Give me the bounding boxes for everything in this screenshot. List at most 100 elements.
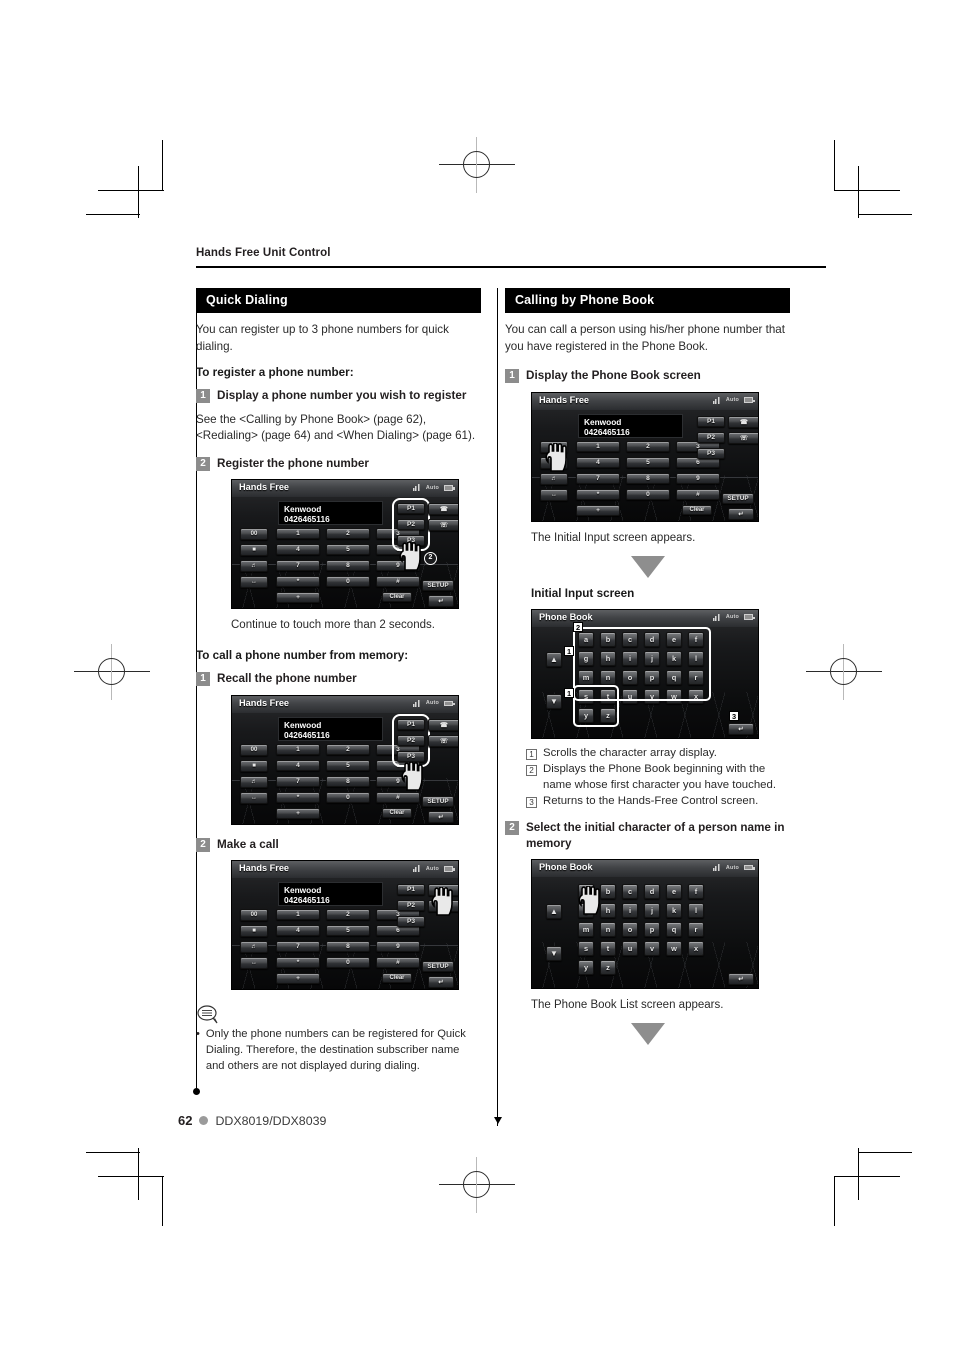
key-setup[interactable]: SETUP: [422, 795, 454, 807]
key-delete[interactable]: ■: [240, 759, 268, 772]
key-4[interactable]: 4: [276, 925, 320, 937]
key-7[interactable]: 7: [276, 775, 320, 787]
key-call-end[interactable]: ☏: [428, 519, 458, 532]
key-clear[interactable]: Clear: [382, 807, 412, 818]
key-7[interactable]: 7: [276, 560, 320, 572]
key-plus[interactable]: +: [276, 973, 320, 985]
key-alpha-y[interactable]: y: [578, 960, 594, 976]
key-plus[interactable]: +: [276, 592, 320, 604]
key-0[interactable]: 0: [326, 576, 370, 588]
key-p1[interactable]: P1: [397, 884, 425, 896]
key-2[interactable]: 2: [326, 909, 370, 921]
key-8[interactable]: 8: [326, 941, 370, 953]
key-alpha-d[interactable]: d: [644, 884, 660, 900]
key-call-answer[interactable]: ☎: [428, 503, 458, 516]
key-p3[interactable]: P3: [397, 916, 425, 928]
key-call-end[interactable]: ☏: [728, 431, 758, 444]
key-hash[interactable]: #: [376, 957, 420, 969]
key-return[interactable]: ↵: [428, 595, 454, 608]
key-call-end[interactable]: ☏: [428, 734, 458, 747]
key-alpha-j[interactable]: j: [644, 903, 660, 919]
key-delete[interactable]: ■: [240, 925, 268, 938]
scroll-down-button[interactable]: ▼: [546, 946, 562, 962]
key-alpha-f[interactable]: f: [688, 884, 704, 900]
key-clear[interactable]: Clear: [382, 592, 412, 603]
key-hash[interactable]: #: [676, 488, 720, 500]
key-00[interactable]: 00: [240, 909, 268, 922]
key-mute[interactable]: ♬: [240, 941, 268, 954]
key-return[interactable]: ↵: [728, 722, 754, 735]
key-0[interactable]: 0: [626, 488, 670, 500]
key-hash[interactable]: #: [376, 576, 420, 588]
key-5[interactable]: 5: [326, 544, 370, 556]
key-alpha-e[interactable]: e: [666, 884, 682, 900]
scroll-up-button[interactable]: ▲: [546, 651, 562, 667]
key-9[interactable]: 9: [376, 941, 420, 953]
key-1[interactable]: 1: [276, 743, 320, 755]
key-alpha-w[interactable]: w: [666, 941, 682, 957]
key-transfer[interactable]: ↔: [240, 957, 268, 970]
key-setup[interactable]: SETUP: [722, 492, 754, 504]
key-4[interactable]: 4: [276, 544, 320, 556]
key-8[interactable]: 8: [626, 472, 670, 484]
scroll-up-button[interactable]: ▲: [546, 904, 562, 920]
key-alpha-t[interactable]: t: [600, 941, 616, 957]
key-setup[interactable]: SETUP: [422, 580, 454, 592]
key-5[interactable]: 5: [626, 456, 670, 468]
key-0[interactable]: 0: [326, 957, 370, 969]
key-alpha-s[interactable]: s: [578, 941, 594, 957]
key-2[interactable]: 2: [626, 440, 670, 452]
key-p2[interactable]: P2: [397, 900, 425, 912]
key-9[interactable]: 9: [676, 472, 720, 484]
key-alpha-n[interactable]: n: [600, 922, 616, 938]
key-return[interactable]: ↵: [428, 976, 454, 989]
key-7[interactable]: 7: [276, 941, 320, 953]
key-5[interactable]: 5: [326, 759, 370, 771]
key-4[interactable]: 4: [576, 456, 620, 468]
key-alpha-v[interactable]: v: [644, 941, 660, 957]
key-0[interactable]: 0: [326, 791, 370, 803]
key-asterisk[interactable]: *: [276, 576, 320, 588]
key-alpha-c[interactable]: c: [622, 884, 638, 900]
key-return[interactable]: ↵: [428, 810, 454, 823]
key-alpha-l[interactable]: l: [688, 903, 704, 919]
key-return[interactable]: ↵: [728, 973, 754, 986]
key-2[interactable]: 2: [326, 528, 370, 540]
key-alpha-o[interactable]: o: [622, 922, 638, 938]
key-p3[interactable]: P3: [697, 447, 725, 459]
key-alpha-q[interactable]: q: [666, 922, 682, 938]
key-delete[interactable]: ■: [240, 544, 268, 557]
key-4[interactable]: 4: [276, 759, 320, 771]
key-6[interactable]: 6: [376, 925, 420, 937]
key-alpha-m[interactable]: m: [578, 922, 594, 938]
key-mute[interactable]: ♬: [540, 472, 568, 485]
key-alpha-i[interactable]: i: [622, 903, 638, 919]
key-alpha-p[interactable]: p: [644, 922, 660, 938]
key-hash[interactable]: #: [376, 791, 420, 803]
key-alpha-z[interactable]: z: [600, 960, 616, 976]
key-setup[interactable]: SETUP: [422, 961, 454, 973]
key-alpha-x[interactable]: x: [688, 941, 704, 957]
key-00[interactable]: 00: [240, 743, 268, 756]
key-2[interactable]: 2: [326, 743, 370, 755]
key-mute[interactable]: ♬: [240, 560, 268, 573]
key-8[interactable]: 8: [326, 560, 370, 572]
key-plus[interactable]: +: [576, 504, 620, 516]
key-8[interactable]: 8: [326, 775, 370, 787]
key-00[interactable]: 00: [240, 528, 268, 541]
key-plus[interactable]: +: [276, 807, 320, 819]
scroll-down-button[interactable]: ▼: [546, 693, 562, 709]
key-asterisk[interactable]: *: [576, 488, 620, 500]
key-return[interactable]: ↵: [728, 507, 754, 520]
key-call-answer[interactable]: ☎: [428, 718, 458, 731]
key-asterisk[interactable]: *: [276, 957, 320, 969]
key-1[interactable]: 1: [276, 528, 320, 540]
key-p2[interactable]: P2: [697, 431, 725, 443]
key-1[interactable]: 1: [576, 440, 620, 452]
key-transfer[interactable]: ↔: [240, 791, 268, 804]
key-alpha-u[interactable]: u: [622, 941, 638, 957]
key-transfer[interactable]: ↔: [240, 576, 268, 589]
key-7[interactable]: 7: [576, 472, 620, 484]
key-alpha-k[interactable]: k: [666, 903, 682, 919]
key-5[interactable]: 5: [326, 925, 370, 937]
